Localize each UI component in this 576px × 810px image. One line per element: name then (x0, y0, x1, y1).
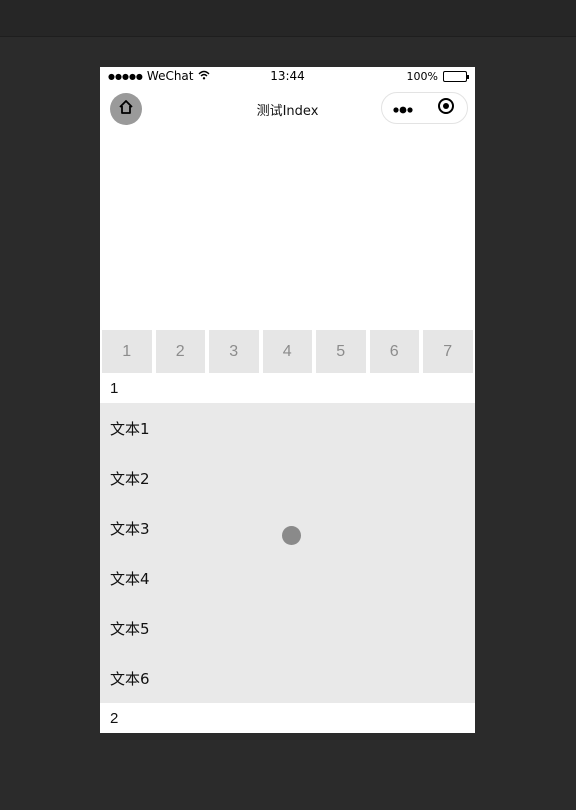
tab-3[interactable]: 3 (209, 330, 259, 373)
tab-2[interactable]: 2 (155, 330, 205, 373)
list-item[interactable]: 文本4 (100, 553, 475, 603)
list-item[interactable]: 文本5 (100, 603, 475, 653)
tab-1[interactable]: 1 (102, 330, 152, 373)
list-item[interactable]: 文本2 (100, 453, 475, 503)
tab-6[interactable]: 6 (369, 330, 419, 373)
nav-bar: 测试Index (100, 87, 475, 131)
menu-capsule (381, 92, 468, 124)
list-item[interactable]: 文本1 (100, 403, 475, 453)
close-button[interactable] (425, 93, 468, 123)
battery-percent: 100% (406, 70, 438, 83)
list-item[interactable]: 文本6 (100, 653, 475, 703)
more-dots-icon (392, 99, 414, 118)
battery-icon (443, 71, 469, 82)
top-strip (0, 0, 576, 37)
target-icon (437, 97, 455, 119)
touch-indicator (282, 526, 301, 545)
section-header-1: 1 (100, 373, 475, 403)
tab-bar: 1 2 3 4 5 6 7 (100, 330, 475, 373)
tab-5[interactable]: 5 (316, 330, 366, 373)
status-right: 100% (406, 70, 469, 83)
more-button[interactable] (382, 93, 425, 123)
tab-7[interactable]: 7 (423, 330, 473, 373)
status-bar: ●●●●● WeChat 13:44 100% (100, 67, 475, 87)
section-header-2: 2 (100, 703, 475, 733)
phone-screen: ●●●●● WeChat 13:44 100% 测试Index 1 2 3 4 … (100, 67, 475, 733)
tab-4[interactable]: 4 (262, 330, 312, 373)
item-list: 文本1 文本2 文本3 文本4 文本5 文本6 (100, 403, 475, 703)
